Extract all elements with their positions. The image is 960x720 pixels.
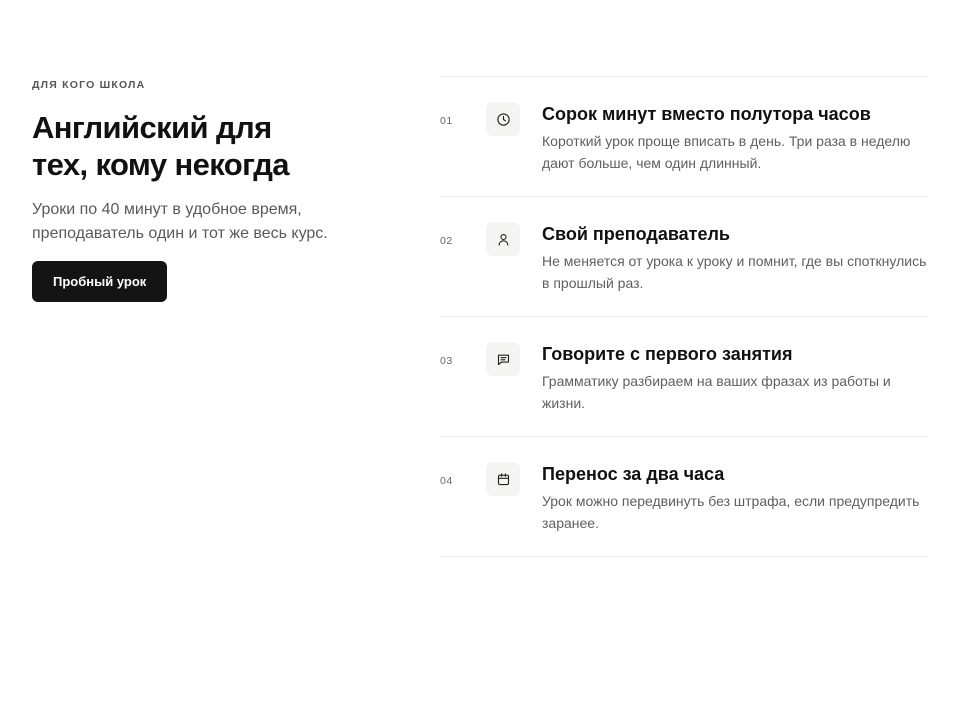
page: Для кого школа Английский для тех, кому … <box>0 0 960 720</box>
feature-title: Говорите с первого занятия <box>542 344 793 364</box>
section-eyebrow: Для кого школа <box>32 79 146 91</box>
feature-item: 04 Перенос за два часа Урок можно передв… <box>440 437 928 557</box>
trial-lesson-button[interactable]: Пробный урок <box>32 261 168 302</box>
feature-list: 01 Сорок минут вместо полутора часов Кор… <box>440 76 928 557</box>
feature-number: 02 <box>440 235 453 247</box>
user-icon <box>486 222 520 256</box>
feature-description: Короткий урок проще вписать в день. Три … <box>542 133 911 171</box>
feature-number: 03 <box>440 355 453 367</box>
feature-item: 02 Свой преподаватель Не меняется от уро… <box>440 197 928 317</box>
hero-section: Для кого школа Английский для тех, кому … <box>32 78 372 302</box>
feature-description: Не меняется от урока к уроку и помнит, г… <box>542 253 927 291</box>
clock-icon <box>486 102 520 136</box>
feature-description: Грамматику разбираем на ваших фразах из … <box>542 373 891 411</box>
calendar-icon <box>486 462 520 496</box>
page-title: Английский для тех, кому некогда <box>32 110 290 182</box>
feature-title: Перенос за два часа <box>542 464 725 484</box>
feature-item: 03 Говорите с первого занятия Грамматику… <box>440 317 928 437</box>
feature-description: Урок можно передвинуть без штрафа, если … <box>542 493 920 531</box>
feature-item: 01 Сорок минут вместо полутора часов Кор… <box>440 77 928 197</box>
feature-title: Свой преподаватель <box>542 224 730 244</box>
chat-icon <box>486 342 520 376</box>
hero-subtitle: Уроки по 40 минут в удобное время, препо… <box>32 201 328 242</box>
feature-title: Сорок минут вместо полутора часов <box>542 104 871 124</box>
feature-number: 04 <box>440 475 453 487</box>
feature-number: 01 <box>440 115 453 127</box>
